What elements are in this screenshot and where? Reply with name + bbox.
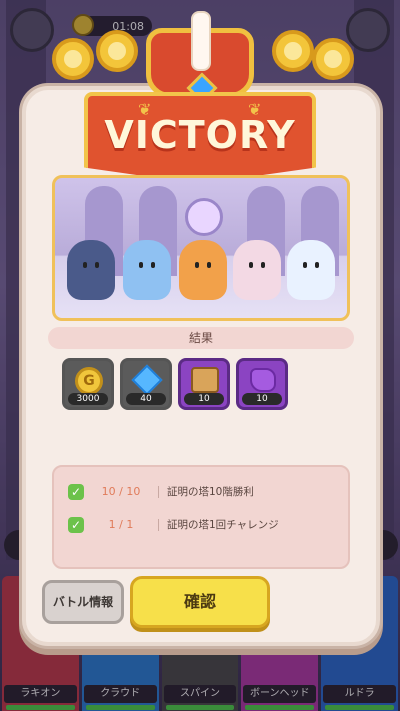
confirm-button[interactable]: 確認 bbox=[130, 576, 270, 628]
hero-sprite bbox=[287, 240, 335, 300]
reward-item[interactable]: G 3000 bbox=[62, 358, 114, 410]
victory-banner: VICTORY bbox=[84, 92, 316, 184]
checkmark-icon: ✓ bbox=[68, 516, 84, 533]
purple-ore-icon bbox=[250, 368, 276, 392]
mission-text: 証明の塔1回チャレンジ bbox=[167, 519, 279, 531]
divider bbox=[158, 518, 159, 531]
gold-coin-icon: G bbox=[75, 367, 103, 395]
reward-qty: 10 bbox=[242, 393, 282, 405]
victory-scene-image bbox=[52, 175, 350, 321]
reward-item[interactable]: 10 bbox=[178, 358, 230, 410]
mission-text: 証明の塔10階勝利 bbox=[167, 486, 254, 498]
battle-info-button[interactable]: バトル情報 bbox=[42, 580, 124, 624]
victory-title: VICTORY bbox=[104, 113, 296, 157]
laurel-icon: ❦ bbox=[138, 100, 152, 119]
reward-qty: 40 bbox=[126, 393, 166, 405]
hero-sprite bbox=[179, 240, 227, 300]
divider bbox=[158, 485, 159, 498]
mission-row: ✓ 10 / 10 証明の塔10階勝利 bbox=[54, 475, 348, 508]
reward-qty: 10 bbox=[184, 393, 224, 405]
blue-diamond-icon bbox=[131, 364, 163, 396]
mission-progress: 10 / 10 bbox=[101, 485, 141, 498]
checkmark-icon: ✓ bbox=[68, 483, 84, 500]
reward-item[interactable]: 40 bbox=[120, 358, 172, 410]
hero-sprite bbox=[67, 240, 115, 300]
trumpet-icon bbox=[298, 38, 358, 86]
crown-icon bbox=[146, 11, 254, 104]
reward-list: G 3000 40 10 10 bbox=[62, 358, 288, 410]
mission-progress: 1 / 1 bbox=[108, 518, 134, 531]
mission-row: ✓ 1 / 1 証明の塔1回チャレンジ bbox=[54, 508, 348, 541]
result-section-label: 結果 bbox=[48, 327, 354, 349]
mission-list: ✓ 10 / 10 証明の塔10階勝利 ✓ 1 / 1 証明の塔1回チャレンジ bbox=[52, 465, 350, 569]
bottle-icon bbox=[191, 11, 211, 71]
hero-sprite bbox=[123, 240, 171, 300]
reward-item[interactable]: 10 bbox=[236, 358, 288, 410]
hero-sprite bbox=[233, 240, 281, 300]
rose-window bbox=[185, 198, 223, 236]
hero-puzzle-piece-icon bbox=[191, 367, 219, 393]
laurel-icon: ❦ bbox=[248, 100, 262, 119]
reward-qty: 3000 bbox=[68, 393, 108, 405]
